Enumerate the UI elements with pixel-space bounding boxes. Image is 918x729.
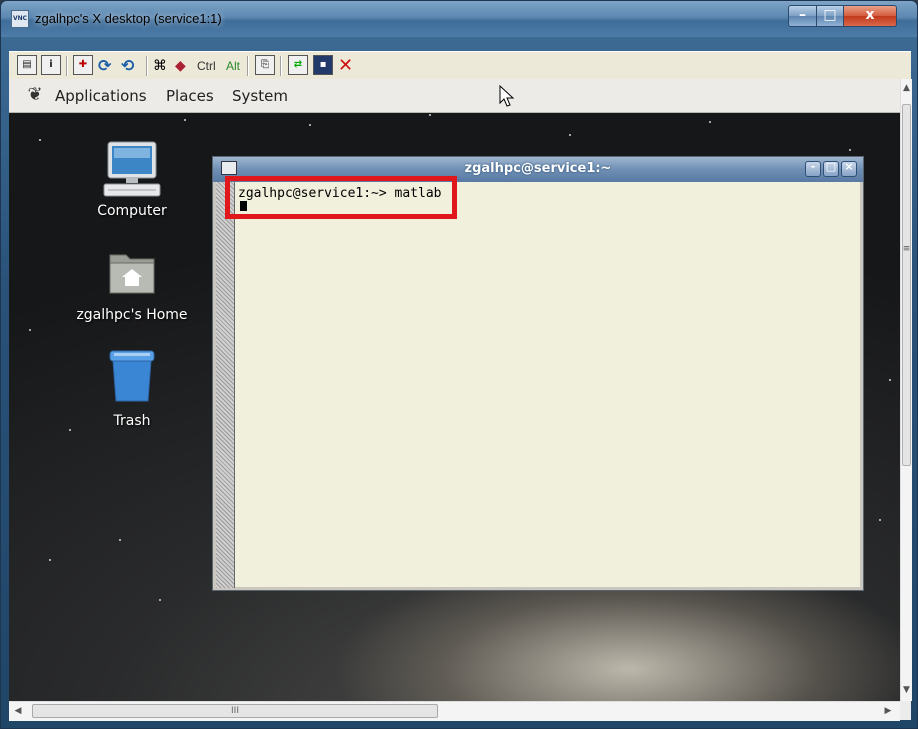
star (49, 559, 51, 561)
gnome-top-panel: ❦ Applications Places System (9, 79, 900, 113)
terminal-maximize-button[interactable]: □ (823, 160, 839, 177)
star (184, 119, 186, 121)
vnc-toolbar: ▤ i ✚ ⟳ ⟲ ⌘ ◆ Ctrl Alt ⎘ ⇄ ▪ ✕ (9, 51, 911, 79)
star (879, 519, 881, 521)
star (709, 121, 711, 123)
disconnect-icon[interactable]: ✕ (338, 55, 358, 77)
vnc-viewer-window: VNC zgalhpc's X desktop (service1:1) – □… (0, 0, 918, 729)
scroll-down-icon[interactable]: ▼ (901, 685, 912, 695)
star (29, 329, 31, 331)
desktop-icon-computer[interactable]: Computer (72, 139, 192, 219)
terminal-content[interactable]: zgalhpc@service1:~> matlab (235, 182, 860, 587)
horizontal-scroll-thumb[interactable]: III (32, 704, 438, 718)
resize-grip-icon[interactable] (900, 701, 911, 720)
toolbar-separator (280, 56, 282, 76)
star (119, 539, 121, 541)
home-folder-icon (109, 254, 155, 294)
window-title: zgalhpc's X desktop (service1:1) (35, 11, 222, 26)
info-icon[interactable]: i (41, 55, 61, 75)
properties-icon[interactable]: ▤ (17, 55, 37, 75)
computer-icon (103, 141, 161, 197)
desktop-icon-label: zgalhpc's Home (76, 307, 188, 323)
scroll-right-icon[interactable]: ▶ (883, 706, 893, 716)
vnc-app-icon[interactable]: VNC (11, 10, 29, 28)
star (309, 124, 311, 126)
annotation-highlight-box (225, 176, 457, 219)
desktop-icon-label: Computer (97, 203, 167, 219)
menu-places[interactable]: Places (166, 87, 214, 105)
terminal-minimize-button[interactable]: - (805, 160, 821, 177)
gnome-foot-icon[interactable]: ❦ (24, 84, 46, 106)
star (889, 379, 891, 381)
vertical-scroll-thumb[interactable] (902, 104, 911, 466)
toolbar-separator (146, 56, 148, 76)
vertical-scrollbar[interactable]: ▲ ≡ ▼ (900, 79, 912, 701)
maximize-icon: □ (823, 7, 837, 23)
send-keys-icon[interactable]: ◆ (175, 55, 195, 77)
scroll-up-icon[interactable]: ▲ (901, 83, 912, 93)
ctrl-key-button[interactable]: Ctrl (197, 55, 216, 77)
minimize-icon: – (799, 7, 806, 23)
star (429, 114, 431, 116)
mouse-pointer-icon (499, 85, 515, 107)
ctrl-alt-del-icon[interactable]: ⌘ (153, 55, 173, 77)
star (69, 429, 71, 431)
close-icon: x (865, 7, 875, 23)
save-icon[interactable]: ▪ (313, 55, 333, 75)
terminal-title: zgalhpc@service1:~ (464, 161, 612, 176)
terminal-close-button[interactable]: × (841, 160, 857, 177)
desktop-icon-trash[interactable]: Trash (72, 347, 192, 429)
star (159, 599, 161, 601)
menu-applications[interactable]: Applications (55, 87, 147, 105)
close-button[interactable]: x (843, 5, 897, 27)
fullscreen-icon[interactable]: ✚ (73, 55, 93, 75)
remote-desktop[interactable]: ❦ Applications Places System Computer zg… (9, 79, 900, 701)
alt-key-button[interactable]: Alt (226, 55, 240, 77)
menu-system[interactable]: System (232, 87, 288, 105)
star (849, 149, 851, 151)
star (39, 139, 41, 141)
refresh-icon[interactable]: ⟳ (98, 55, 118, 77)
toolbar-separator (66, 56, 68, 76)
horizontal-scrollbar[interactable]: ◀ III ▶ (9, 701, 900, 721)
maximize-button[interactable]: □ (816, 5, 844, 27)
refresh-alt-icon[interactable]: ⟲ (121, 55, 141, 77)
window-titlebar[interactable]: VNC zgalhpc's X desktop (service1:1) – □… (1, 1, 917, 37)
scroll-left-icon[interactable]: ◀ (13, 706, 23, 716)
star (569, 134, 571, 136)
minimize-button[interactable]: – (788, 5, 817, 27)
transfer-icon[interactable]: ⇄ (288, 55, 308, 75)
desktop-icon-label: Trash (113, 413, 151, 429)
toolbar-separator (247, 56, 249, 76)
copy-icon[interactable]: ⎘ (255, 55, 275, 75)
terminal-scrollbar[interactable] (216, 182, 235, 588)
desktop-icon-home[interactable]: zgalhpc's Home (72, 249, 192, 323)
trash-icon (109, 350, 155, 402)
terminal-window[interactable]: zgalhpc@service1:~ - □ × zgalhpc@service… (212, 156, 864, 591)
scroll-grip-icon: ≡ (902, 244, 911, 254)
